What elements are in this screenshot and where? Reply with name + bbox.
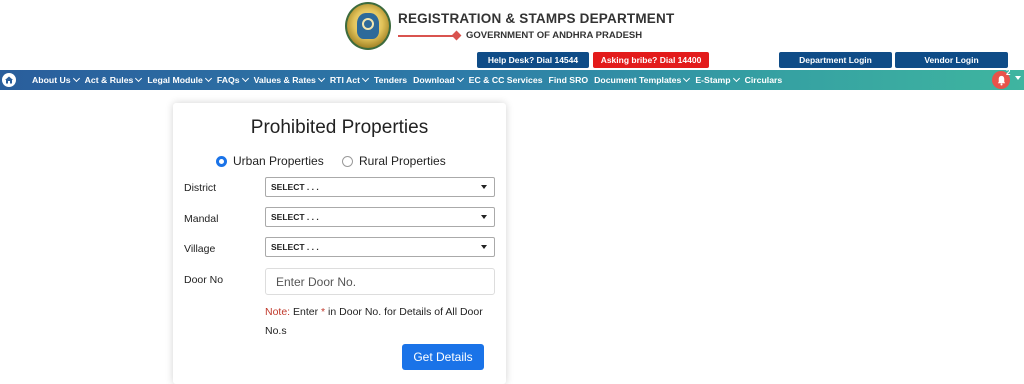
nav-item-tenders[interactable]: Tenders	[374, 75, 407, 85]
nav-item-find-sro[interactable]: Find SRO	[549, 75, 589, 85]
chevron-down-icon	[683, 74, 691, 83]
radio-urban-properties[interactable]: Urban Properties	[216, 154, 324, 168]
note-label: Note:	[265, 306, 291, 318]
chevron-down-icon	[317, 74, 325, 83]
nav-item-label: E-Stamp	[695, 75, 731, 85]
village-caret-icon	[481, 245, 487, 249]
nav-item-document-templates[interactable]: Document Templates	[594, 74, 691, 85]
chevron-down-icon	[241, 74, 249, 83]
home-glyph	[5, 76, 13, 84]
subtitle-diamond-icon	[451, 30, 462, 41]
get-details-button[interactable]: Get Details	[402, 344, 484, 370]
nav-item-label: Tenders	[373, 75, 408, 85]
prohibited-properties-card: Prohibited Properties Urban Properties R…	[173, 103, 506, 384]
nav-item-label: Download	[413, 75, 455, 85]
chevron-down-icon	[361, 74, 370, 83]
nav-item-label: Values & Rates	[253, 75, 316, 85]
chevron-down-icon	[732, 74, 740, 83]
door-no-input[interactable]	[265, 268, 495, 295]
district-label: District	[184, 182, 217, 194]
bell-glyph	[997, 75, 1005, 85]
nav-item-values-rates[interactable]: Values & Rates	[253, 74, 325, 85]
door-no-note: Note: Enter * in Door No. for Details of…	[265, 303, 495, 341]
help-desk-button[interactable]: Help Desk? Dial 14544	[477, 52, 589, 68]
nav-item-e-stamp[interactable]: E-Stamp	[695, 74, 740, 85]
district-select[interactable]: SELECT . . .	[265, 177, 495, 197]
bribe-helpline-button[interactable]: Asking bribe? Dial 14400	[593, 52, 709, 68]
vendor-login-button[interactable]: Vendor Login	[895, 52, 1008, 68]
nav-item-label: About Us	[32, 75, 71, 85]
radio-urban-label: Urban Properties	[233, 154, 324, 168]
note-text-pre: Enter	[290, 306, 322, 318]
nav-item-ec-cc-services[interactable]: EC & CC Services	[469, 75, 543, 85]
government-subtitle: GOVERNMENT OF ANDHRA PRADESH	[466, 30, 643, 41]
main-navbar: About Us Act & Rules Legal Module FAQs Value…	[0, 70, 1024, 90]
mandal-label: Mandal	[184, 213, 219, 225]
nav-menu: About Us Act & Rules Legal Module FAQs Value…	[32, 70, 788, 90]
form-title: Prohibited Properties	[250, 117, 429, 138]
nav-item-label: Circulars	[744, 75, 783, 85]
nav-item-label: EC & CC Services	[468, 75, 543, 85]
nav-item-label: Act & Rules	[84, 75, 134, 85]
nav-item-label: Find SRO	[548, 75, 589, 85]
village-select[interactable]: SELECT . . .	[265, 237, 495, 257]
chevron-down-icon	[456, 74, 464, 83]
radio-rural-button[interactable]	[342, 155, 353, 167]
nav-item-circulars[interactable]: Circulars	[745, 75, 783, 85]
district-select-value: SELECT . . .	[271, 182, 319, 192]
village-select-value: SELECT . . .	[271, 242, 319, 252]
department-title: REGISTRATION & STAMPS DEPARTMENT	[398, 11, 675, 26]
radio-rural-properties[interactable]: Rural Properties	[342, 154, 446, 168]
subtitle-line	[398, 35, 454, 37]
district-caret-icon	[481, 185, 487, 189]
mandal-caret-icon	[481, 215, 487, 219]
nav-item-label: RTI Act	[329, 75, 360, 85]
nav-item-download[interactable]: Download	[413, 74, 464, 85]
notification-chevron-icon[interactable]	[1015, 76, 1021, 80]
nav-item-act-rules[interactable]: Act & Rules	[84, 74, 143, 85]
notification-count-badge: 2	[1006, 68, 1011, 77]
mandal-select[interactable]: SELECT . . .	[265, 207, 495, 227]
radio-urban-button[interactable]	[216, 155, 227, 167]
chevron-down-icon	[135, 74, 143, 83]
ap-emblem-icon	[345, 2, 391, 50]
mandal-select-value: SELECT . . .	[271, 212, 319, 222]
nav-item-label: Document Templates	[594, 75, 682, 85]
emblem-wheel	[362, 18, 374, 30]
village-label: Village	[184, 243, 216, 255]
department-login-button[interactable]: Department Login	[779, 52, 892, 68]
nav-item-about-us[interactable]: About Us	[32, 74, 80, 85]
door-no-label: Door No	[184, 274, 224, 286]
nav-item-faqs[interactable]: FAQs	[216, 74, 249, 85]
nav-item-rti-act[interactable]: RTI Act	[329, 74, 370, 85]
chevron-down-icon	[204, 74, 212, 83]
radio-rural-label: Rural Properties	[359, 154, 446, 168]
chevron-down-icon	[72, 74, 80, 83]
site-header: REGISTRATION & STAMPS DEPARTMENT GOVERNM…	[0, 0, 1024, 52]
nav-item-label: FAQs	[216, 75, 240, 85]
page: REGISTRATION & STAMPS DEPARTMENT GOVERNM…	[0, 0, 1024, 384]
nav-item-legal-module[interactable]: Legal Module	[147, 74, 212, 85]
home-icon[interactable]	[2, 73, 16, 87]
nav-item-label: Legal Module	[147, 75, 203, 85]
